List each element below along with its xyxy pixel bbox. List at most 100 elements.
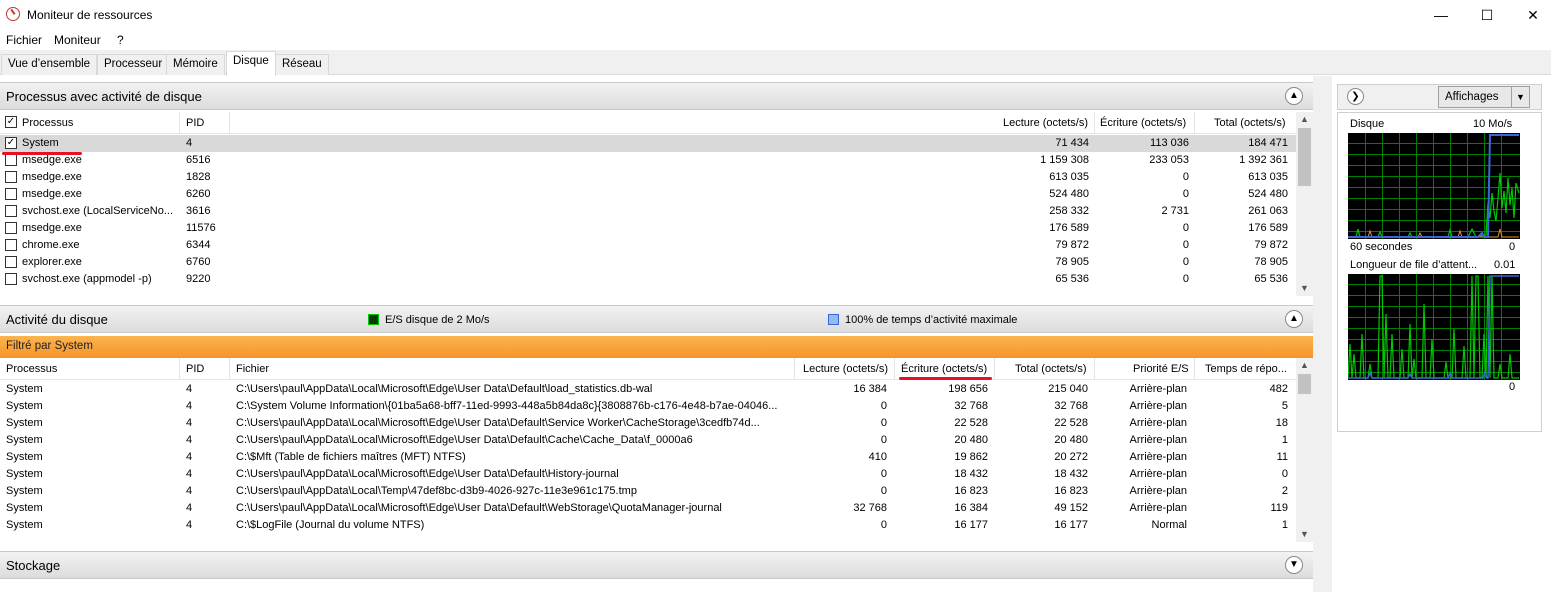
process-row[interactable]: msedge.exe 11576 176 589 0 176 589 <box>0 220 1296 237</box>
file-total: 18 432 <box>1054 468 1088 480</box>
disk-activity-row[interactable]: System 4 C:\Users\paul\AppData\Local\Micro… <box>0 415 1296 432</box>
col-da-priorite[interactable]: Priorité E/S <box>1133 363 1189 375</box>
file-total: 22 528 <box>1054 417 1088 429</box>
scroll-up-icon[interactable]: ▲ <box>1296 358 1313 373</box>
process-checkbox[interactable] <box>5 205 17 217</box>
file-priority: Arrière-plan <box>1129 434 1187 446</box>
file-read: 0 <box>880 417 887 429</box>
maximize-button[interactable]: ☐ <box>1464 0 1510 30</box>
col-da-ecriture[interactable]: Écriture (octets/s) <box>901 363 987 375</box>
write-column-highlight <box>899 377 992 380</box>
tab-disk[interactable]: Disque <box>226 51 276 76</box>
tab-network[interactable]: Réseau <box>275 54 329 75</box>
disk-activity-row[interactable]: System 4 C:\$LogFile (Journal du volume NT… <box>0 517 1296 534</box>
col-lecture[interactable]: Lecture (octets/s) <box>1003 117 1088 129</box>
col-ecriture[interactable]: Écriture (octets/s) <box>1100 117 1186 129</box>
tab-memory[interactable]: Mémoire <box>166 54 225 75</box>
process-row[interactable]: chrome.exe 6344 79 872 0 79 872 <box>0 237 1296 254</box>
disk-activity-row[interactable]: System 4 C:\Users\paul\AppData\Local\Micro… <box>0 500 1296 517</box>
col-da-pid[interactable]: PID <box>186 363 204 375</box>
tab-overview[interactable]: Vue d’ensemble <box>1 54 98 75</box>
pane-splitter[interactable] <box>1313 76 1332 592</box>
col-pid[interactable]: PID <box>186 117 204 129</box>
process-row[interactable]: explorer.exe 6760 78 905 0 78 905 <box>0 254 1296 271</box>
col-da-fichier[interactable]: Fichier <box>236 363 269 375</box>
process-read: 176 589 <box>1049 222 1089 234</box>
process-checkbox[interactable] <box>5 154 17 166</box>
scroll-down-icon[interactable]: ▼ <box>1296 527 1313 542</box>
file-priority: Arrière-plan <box>1129 417 1187 429</box>
process-checkbox[interactable] <box>5 256 17 268</box>
process-name: chrome.exe <box>22 239 80 251</box>
process-read: 1 159 308 <box>1040 154 1089 166</box>
process-total: 184 471 <box>1248 137 1288 149</box>
process-total: 65 536 <box>1254 273 1288 285</box>
col-processus[interactable]: Processus <box>22 117 73 129</box>
disk-activity-row[interactable]: System 4 C:\Users\paul\AppData\Local\Micro… <box>0 466 1296 483</box>
process-checkbox[interactable] <box>5 239 17 251</box>
processes-scrollbar[interactable]: ▲ ▼ <box>1296 112 1313 296</box>
collapse-processes-icon[interactable]: ▲ <box>1285 87 1303 105</box>
disk-activity-row[interactable]: System 4 C:\Users\paul\AppData\Local\Temp\… <box>0 483 1296 500</box>
process-checkbox[interactable]: ✓ <box>5 137 17 149</box>
process-checkbox[interactable] <box>5 273 17 285</box>
collapse-disk-activity-icon[interactable]: ▲ <box>1285 310 1303 328</box>
file-process: System <box>6 451 43 463</box>
file-response-time: 11 <box>1276 451 1288 463</box>
menu-fichier[interactable]: Fichier <box>6 33 42 47</box>
file-read: 0 <box>880 485 887 497</box>
menu-help[interactable]: ? <box>117 33 124 47</box>
col-da-temps[interactable]: Temps de répo... <box>1205 363 1287 375</box>
process-row[interactable]: ✓ System 4 71 434 113 036 184 471 <box>0 135 1296 152</box>
menu-moniteur[interactable]: Moniteur <box>54 33 101 47</box>
disk-activity-row[interactable]: System 4 C:\Users\paul\AppData\Local\Micro… <box>0 381 1296 398</box>
col-da-total[interactable]: Total (octets/s) <box>1015 363 1087 375</box>
disk-activity-scrollbar[interactable]: ▲ ▼ <box>1296 358 1313 542</box>
file-total: 16 177 <box>1054 519 1088 531</box>
disk-activity-row[interactable]: System 4 C:\$Mft (Table de fichiers maître… <box>0 449 1296 466</box>
col-da-lecture[interactable]: Lecture (octets/s) <box>803 363 888 375</box>
file-path: C:\Users\paul\AppData\Local\Microsoft\Ed… <box>236 468 619 480</box>
file-priority: Arrière-plan <box>1129 400 1187 412</box>
chevron-down-icon[interactable]: ▼ <box>1511 87 1529 107</box>
minimize-button[interactable]: — <box>1418 0 1464 30</box>
graphs-pane: ❯ Affichages ▼ Disque 10 Mo/s 60 seconde… <box>1332 76 1551 592</box>
processes-section-header[interactable]: Processus avec activité de disque ▲ <box>0 82 1313 110</box>
process-row[interactable]: msedge.exe 6260 524 480 0 524 480 <box>0 186 1296 203</box>
process-pid: 6760 <box>186 256 211 268</box>
process-row[interactable]: msedge.exe 6516 1 159 308 233 053 1 392 361 <box>0 152 1296 169</box>
process-checkbox[interactable] <box>5 188 17 200</box>
file-response-time: 0 <box>1281 468 1288 480</box>
process-row[interactable]: svchost.exe (appmodel -p) 9220 65 536 0 65 5… <box>0 271 1296 288</box>
process-pid: 6260 <box>186 188 211 200</box>
file-process: System <box>6 400 43 412</box>
tab-processor[interactable]: Processeur <box>97 54 170 75</box>
disk-activity-section-header[interactable]: Activité du disque E/S disque de 2 Mo/s … <box>0 305 1313 333</box>
scrollbar-thumb[interactable] <box>1298 374 1311 394</box>
file-response-time: 482 <box>1269 383 1288 395</box>
col-da-processus[interactable]: Processus <box>6 363 57 375</box>
process-row[interactable]: msedge.exe 1828 613 035 0 613 035 <box>0 169 1296 186</box>
process-total: 79 872 <box>1254 239 1288 251</box>
file-read: 0 <box>880 434 887 446</box>
scroll-down-icon[interactable]: ▼ <box>1296 281 1313 296</box>
disk-activity-row[interactable]: System 4 C:\Users\paul\AppData\Local\Micro… <box>0 432 1296 449</box>
collapse-graphs-icon[interactable]: ❯ <box>1347 88 1364 105</box>
scrollbar-thumb[interactable] <box>1298 128 1311 186</box>
process-checkbox[interactable] <box>5 171 17 183</box>
process-checkbox[interactable] <box>5 222 17 234</box>
col-total[interactable]: Total (octets/s) <box>1214 117 1286 129</box>
select-all-checkbox[interactable]: ✓ <box>5 116 17 128</box>
scroll-up-icon[interactable]: ▲ <box>1296 112 1313 127</box>
expand-storage-icon[interactable]: ▼ <box>1285 556 1303 574</box>
disk-activity-row[interactable]: System 4 C:\System Volume Information\{01b… <box>0 398 1296 415</box>
views-dropdown[interactable]: Affichages ▼ <box>1438 86 1530 108</box>
file-total: 20 480 <box>1054 434 1088 446</box>
resource-monitor-icon <box>6 7 20 21</box>
disk-graph-min: 0 <box>1509 241 1516 253</box>
file-process: System <box>6 383 43 395</box>
process-name: explorer.exe <box>22 256 82 268</box>
process-row[interactable]: svchost.exe (LocalServiceNo... 3616 258 33… <box>0 203 1296 220</box>
storage-section-header[interactable]: Stockage ▼ <box>0 551 1313 579</box>
close-button[interactable]: ✕ <box>1510 0 1551 30</box>
